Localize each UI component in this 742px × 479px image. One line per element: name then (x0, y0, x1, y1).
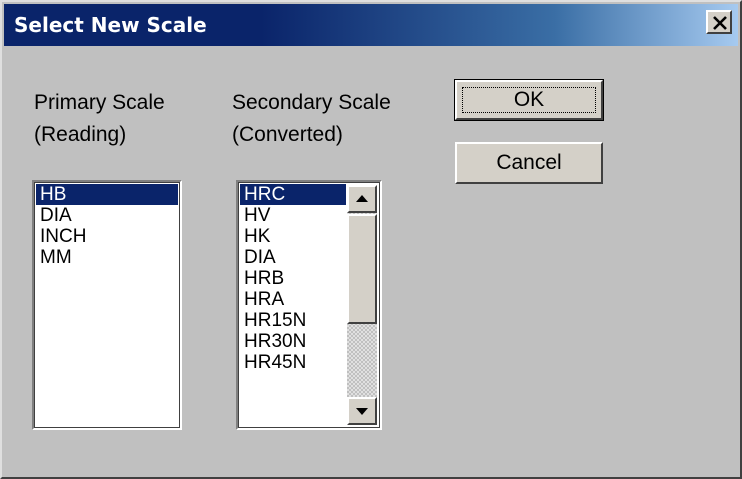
list-item[interactable]: DIA (240, 247, 346, 268)
list-item[interactable]: MM (36, 247, 178, 268)
secondary-scale-label: Secondary Scale (232, 91, 391, 114)
scroll-thumb[interactable] (347, 214, 377, 324)
list-item[interactable]: HR30N (240, 331, 346, 352)
scroll-up-button[interactable] (347, 185, 377, 213)
dialog-title: Select New Scale (14, 13, 207, 37)
list-item[interactable]: HRB (240, 268, 346, 289)
list-item[interactable]: HV (240, 205, 346, 226)
close-icon (713, 16, 727, 30)
cancel-button-label: Cancel (496, 151, 562, 174)
title-bar[interactable]: Select New Scale (4, 4, 738, 46)
list-item[interactable]: HRC (240, 184, 346, 205)
list-item[interactable]: INCH (36, 226, 178, 247)
scroll-down-button[interactable] (347, 397, 377, 425)
cancel-button[interactable]: Cancel (455, 142, 603, 184)
primary-scale-label: Primary Scale (34, 91, 165, 114)
down-arrow-icon (356, 408, 368, 415)
primary-scale-listbox[interactable]: HB DIA INCH MM (32, 180, 182, 430)
ok-button-label: OK (513, 88, 545, 111)
secondary-scale-sublabel: (Converted) (232, 123, 343, 146)
list-item[interactable]: HK (240, 226, 346, 247)
ok-button[interactable]: OK (454, 79, 604, 121)
secondary-scrollbar[interactable] (347, 185, 377, 425)
close-button[interactable] (706, 10, 732, 34)
list-item[interactable]: HR15N (240, 310, 346, 331)
select-new-scale-dialog: Select New Scale Primary Scale (Reading)… (0, 0, 742, 479)
list-item[interactable]: HRA (240, 289, 346, 310)
secondary-scale-listbox[interactable]: HRC HV HK DIA HRB HRA HR15N HR30N HR45N (236, 180, 382, 430)
list-item[interactable]: HB (36, 184, 178, 205)
up-arrow-icon (356, 195, 368, 202)
list-item[interactable]: HR45N (240, 352, 346, 373)
primary-scale-sublabel: (Reading) (34, 123, 127, 146)
list-item[interactable]: DIA (36, 205, 178, 226)
